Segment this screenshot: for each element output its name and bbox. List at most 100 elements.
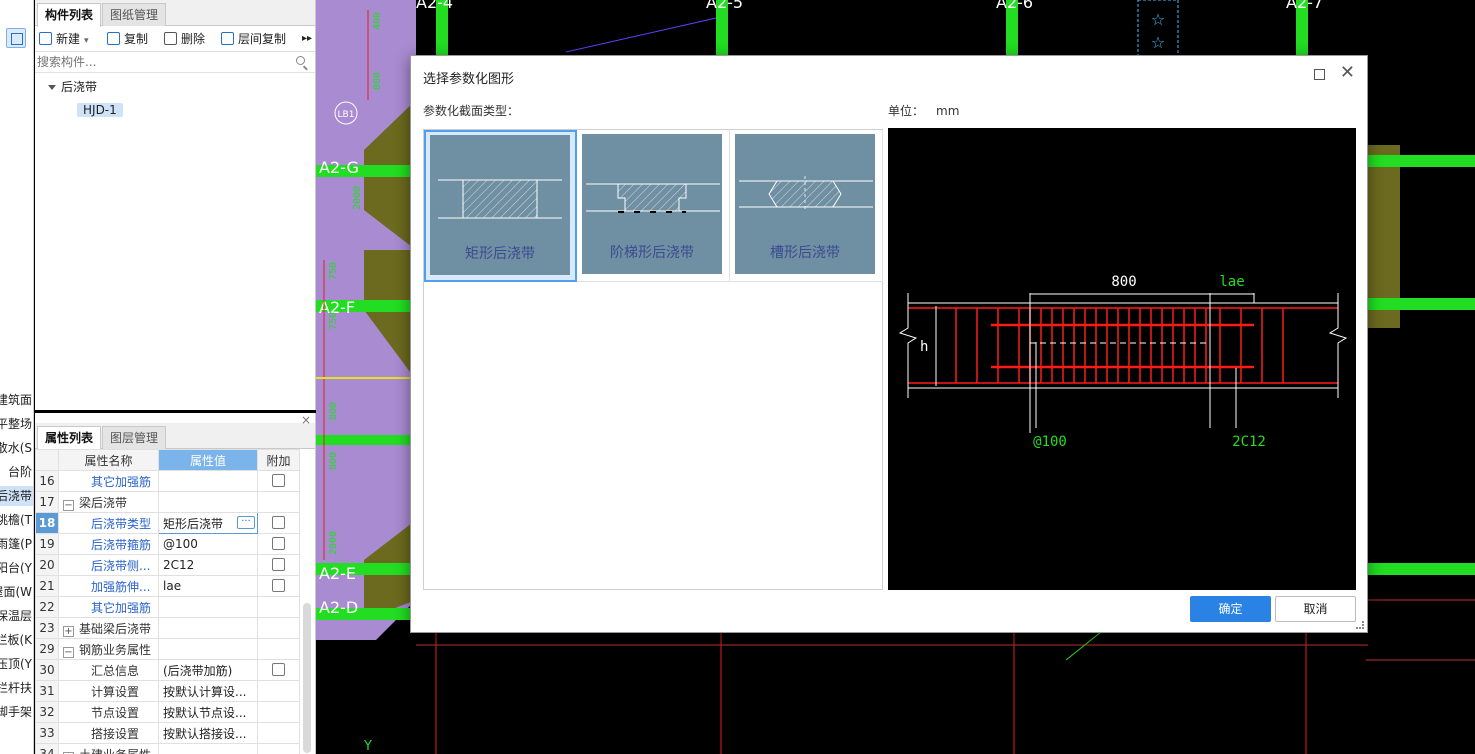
property-value[interactable]: 矩形后浇带 ···: [158, 512, 258, 534]
rebar-detail-drawing: h 800 lae @100 2C12: [898, 274, 1348, 450]
attach-checkbox[interactable]: [272, 663, 285, 676]
property-row[interactable]: 29− 钢筋业务属性: [35, 638, 300, 660]
module-item[interactable]: 建筑面: [0, 390, 33, 410]
property-name-text: 后浇带侧...: [91, 558, 151, 573]
tab-drawing-management[interactable]: 图纸管理: [102, 3, 167, 26]
attach-checkbox[interactable]: [272, 537, 285, 550]
attach-checkbox[interactable]: [272, 474, 285, 487]
property-extra: [257, 701, 300, 723]
property-row[interactable]: 32 节点设置 按默认节点设...: [35, 701, 300, 723]
property-panel: 属性列表 图层管理 × 属性名称 属性值 附加 16 其它加强筋 17− 梁后浇带 18…: [35, 413, 316, 754]
module-item[interactable]: 栏板(K: [0, 630, 33, 650]
property-value[interactable]: [158, 638, 258, 660]
property-row[interactable]: 19 后浇带箍筋 @100: [35, 533, 300, 555]
more-tools-icon[interactable]: ▸▸: [302, 30, 312, 48]
module-item[interactable]: 脚手架: [0, 702, 33, 722]
module-item[interactable]: 挑檐(T: [0, 510, 33, 530]
property-value[interactable]: [158, 596, 258, 618]
property-value[interactable]: [158, 743, 258, 754]
property-value[interactable]: 按默认计算设...: [158, 680, 258, 702]
property-row[interactable]: 33 搭接设置 按默认搭接设...: [35, 722, 300, 744]
tree-item-hjd1[interactable]: HJD-1: [77, 100, 123, 120]
property-value[interactable]: @100: [158, 533, 258, 555]
attach-checkbox[interactable]: [272, 579, 285, 592]
property-name-text: 后浇带类型: [91, 516, 152, 531]
property-row[interactable]: 17− 梁后浇带: [35, 491, 300, 513]
property-extra: [257, 533, 300, 555]
collapse-icon[interactable]: −: [63, 646, 74, 658]
property-row[interactable]: 34+土建业务属性: [35, 743, 300, 754]
groove-shape-thumbnail: 槽形后浇带: [735, 134, 875, 274]
property-row[interactable]: 21 加强筋伸... lae: [35, 575, 300, 597]
row-number: 22: [35, 596, 59, 618]
close-icon[interactable]: ×: [301, 413, 311, 427]
module-item[interactable]: 阳台(Y: [0, 558, 33, 578]
property-value[interactable]: (后浇带加筋): [158, 659, 258, 681]
attach-checkbox[interactable]: [272, 516, 285, 529]
copy-button[interactable]: 复制: [107, 30, 148, 48]
shape-option-stepped[interactable]: 阶梯形后浇带: [577, 130, 730, 282]
property-row[interactable]: 30 汇总信息 (后浇带加筋): [35, 659, 300, 681]
property-row[interactable]: 20 后浇带侧... 2C12: [35, 554, 300, 576]
maximize-icon[interactable]: [1314, 69, 1325, 80]
property-value[interactable]: [158, 491, 258, 513]
cad-axis-label: A2-4: [416, 0, 453, 12]
tab-property-list[interactable]: 属性列表: [37, 426, 102, 450]
cancel-button[interactable]: 取消: [1275, 596, 1356, 622]
property-value[interactable]: [158, 617, 258, 639]
unit-label: 单位： mm: [888, 104, 960, 118]
expand-caret-icon[interactable]: [48, 85, 56, 90]
collapse-icon[interactable]: −: [63, 499, 74, 511]
property-value[interactable]: lae: [158, 575, 258, 597]
stepped-shape-thumbnail: 阶梯形后浇带: [582, 134, 722, 274]
module-item[interactable]: 平整场: [0, 414, 33, 434]
dropdown-arrow-icon[interactable]: ▾: [84, 36, 89, 46]
resize-grip-icon[interactable]: [1356, 621, 1364, 629]
property-table-header: 属性名称 属性值 附加: [35, 449, 300, 471]
search-icon[interactable]: [296, 56, 305, 65]
tab-component-list[interactable]: 构件列表: [37, 3, 102, 27]
property-extra: [257, 743, 300, 754]
search-input[interactable]: [37, 53, 287, 71]
property-value[interactable]: 2C12: [158, 554, 258, 576]
property-value[interactable]: 按默认搭接设...: [158, 722, 258, 744]
attach-checkbox[interactable]: [272, 558, 285, 571]
property-value[interactable]: 按默认节点设...: [158, 701, 258, 723]
module-item[interactable]: 栏杆扶: [0, 678, 33, 698]
module-item[interactable]: 散水(S: [0, 438, 33, 458]
close-icon[interactable]: ✕: [1340, 64, 1355, 82]
ellipsis-button[interactable]: ···: [237, 516, 255, 529]
module-item[interactable]: 台阶: [0, 462, 33, 482]
floor-copy-icon: [221, 32, 234, 45]
cad-axis-label: A2-6: [996, 0, 1033, 12]
tab-layer-management[interactable]: 图层管理: [102, 426, 167, 449]
property-name: 加强筋伸...: [58, 575, 159, 597]
module-item-selected[interactable]: 后浇带: [0, 486, 33, 506]
new-button[interactable]: 新建 ▾: [39, 30, 89, 48]
delete-button[interactable]: 删除: [164, 30, 205, 48]
property-scrollbar[interactable]: [303, 603, 311, 753]
property-row[interactable]: 31 计算设置 按默认计算设...: [35, 680, 300, 702]
property-row[interactable]: 23 + 基础梁后浇带: [35, 617, 300, 639]
module-item[interactable]: 压顶(Y: [0, 654, 33, 674]
property-value-text: 矩形后浇带: [163, 516, 224, 531]
property-tabbar: 属性列表 图层管理: [35, 423, 315, 450]
property-row[interactable]: 16 其它加强筋: [35, 470, 300, 492]
shape-option-groove[interactable]: 槽形后浇带: [730, 130, 883, 282]
property-value[interactable]: [158, 470, 258, 492]
module-item[interactable]: 雨篷(P: [0, 534, 33, 554]
component-search: [35, 52, 315, 73]
ok-button[interactable]: 确定: [1190, 596, 1271, 622]
component-toolbar: 新建 ▾ 复制 删除 层间复制 ▸▸: [35, 26, 315, 52]
module-item[interactable]: 屋面(W: [0, 582, 33, 602]
cad-dim-text: 2000: [328, 531, 339, 555]
property-row[interactable]: 18 后浇带类型 矩形后浇带 ···: [35, 512, 300, 534]
floor-copy-button[interactable]: 层间复制: [221, 30, 286, 48]
shape-option-rectangular[interactable]: 矩形后浇带: [424, 130, 577, 282]
list-view-icon[interactable]: [6, 28, 26, 48]
property-row[interactable]: 22 其它加强筋: [35, 596, 300, 618]
module-item[interactable]: 保温层: [0, 606, 33, 626]
tree-group-post-pour-strip[interactable]: 后浇带: [48, 77, 97, 97]
cad-star-symbol: ☆: [1151, 33, 1165, 52]
expand-icon[interactable]: +: [63, 625, 74, 637]
